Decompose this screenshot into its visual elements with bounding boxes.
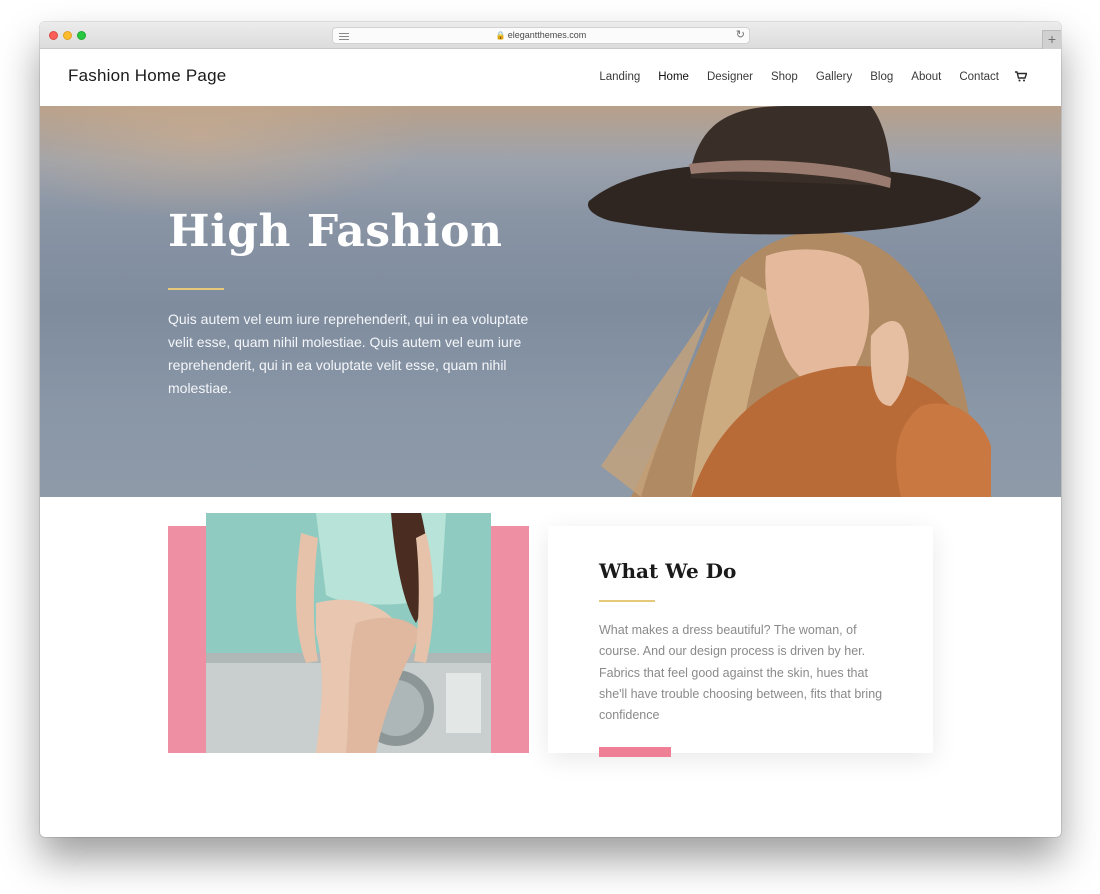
minimize-window-button[interactable] — [63, 31, 72, 40]
nav-blog[interactable]: Blog — [870, 71, 893, 83]
nav-designer[interactable]: Designer — [707, 71, 753, 83]
lock-icon: 🔒 — [495, 31, 506, 40]
cta-button[interactable] — [599, 747, 671, 757]
section-description: What makes a dress beautiful? The woman,… — [599, 623, 883, 723]
nav-landing[interactable]: Landing — [599, 71, 640, 83]
hero-title: High Fashion — [168, 206, 503, 257]
main-nav: Landing Home Designer Shop Gallery Blog … — [581, 71, 1027, 83]
address-bar[interactable]: 🔒 elegantthemes.com ↻ — [332, 27, 750, 44]
cart-icon[interactable] — [1015, 71, 1027, 83]
url-text: elegantthemes.com — [507, 30, 587, 40]
nav-home[interactable]: Home — [658, 71, 689, 83]
reader-view-icon[interactable] — [339, 33, 349, 40]
reload-icon[interactable]: ↻ — [736, 28, 745, 43]
section-title: What We Do — [599, 559, 737, 583]
hero-photo — [587, 106, 991, 497]
site-logo[interactable]: Fashion Home Page — [68, 66, 226, 86]
close-window-button[interactable] — [49, 31, 58, 40]
feature-photo — [206, 513, 491, 753]
hero-section: High Fashion Quis autem vel eum iure rep… — [40, 106, 1061, 497]
site-header: Fashion Home Page Landing Home Designer … — [40, 49, 1061, 106]
browser-toolbar: 🔒 elegantthemes.com ↻ + — [40, 22, 1061, 49]
section-divider — [599, 600, 655, 602]
hero-description: Quis autem vel eum iure reprehenderit, q… — [168, 311, 529, 396]
feature-photo-art — [206, 513, 491, 753]
nav-shop[interactable]: Shop — [771, 71, 798, 83]
zoom-window-button[interactable] — [77, 31, 86, 40]
nav-gallery[interactable]: Gallery — [816, 71, 852, 83]
nav-about[interactable]: About — [911, 71, 941, 83]
what-we-do-card: What We Do What makes a dress beautiful?… — [548, 526, 933, 757]
nav-contact[interactable]: Contact — [959, 71, 999, 83]
browser-window: 🔒 elegantthemes.com ↻ + Fashion Home Page… — [40, 22, 1061, 837]
hero-divider — [168, 288, 224, 290]
new-tab-button[interactable]: + — [1042, 30, 1061, 49]
